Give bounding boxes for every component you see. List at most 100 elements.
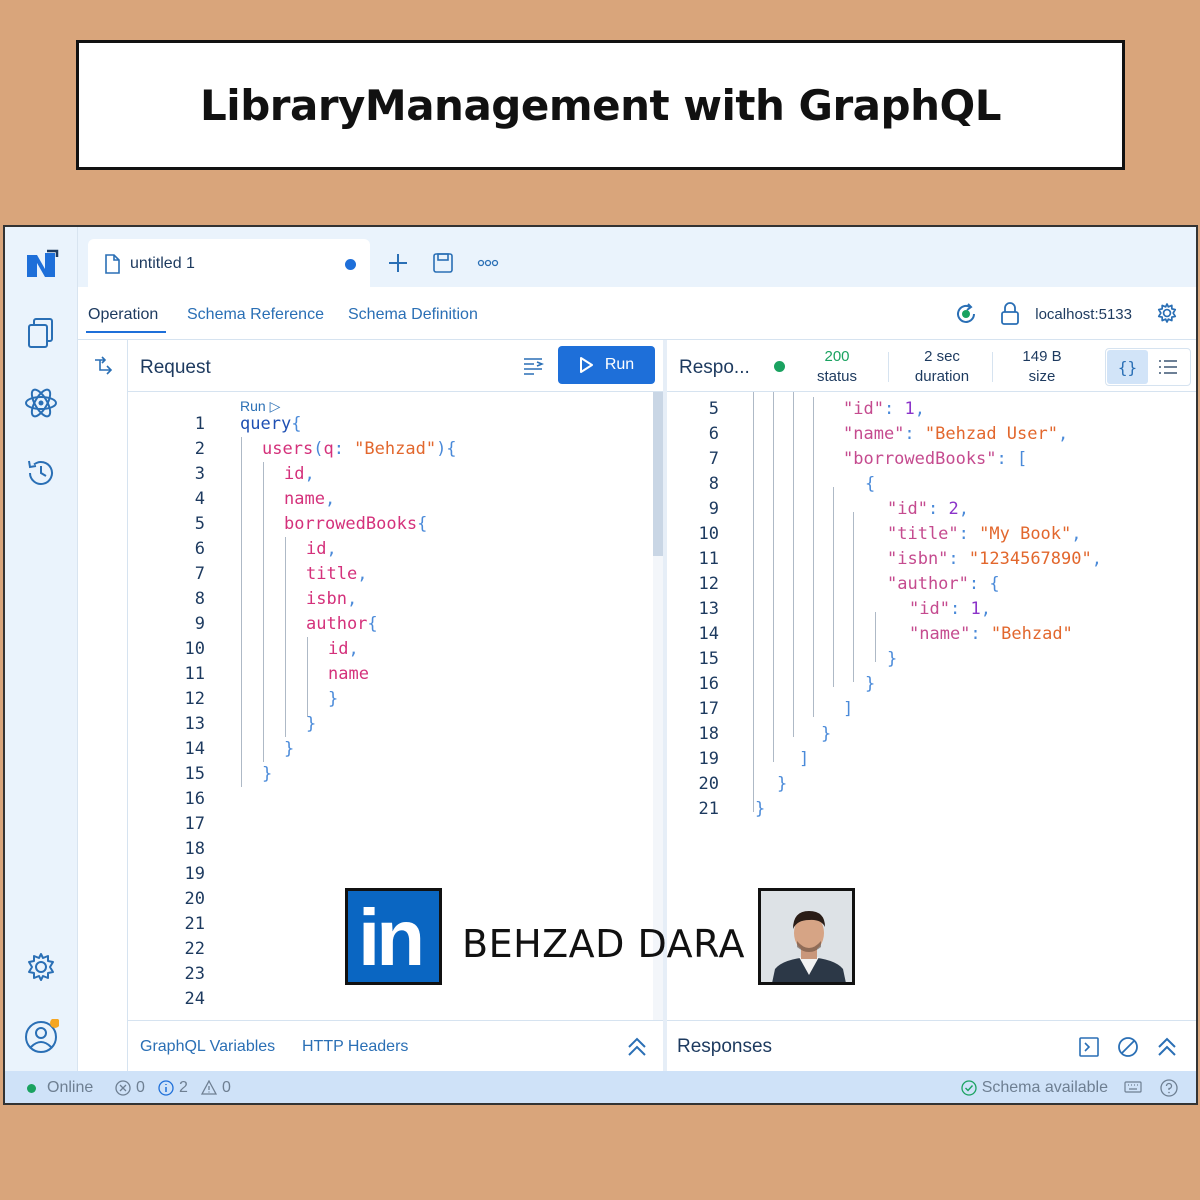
size-label: size [1028, 368, 1056, 385]
list-view-icon[interactable] [1158, 358, 1178, 381]
line-number: 23 [184, 964, 205, 984]
line-number: 15 [184, 764, 205, 784]
banner: LibraryManagement with GraphQL [76, 40, 1125, 170]
line-number: 15 [698, 649, 719, 669]
code-line: } [284, 739, 295, 759]
code-line: "author": { [887, 574, 1000, 594]
account-icon[interactable] [23, 1019, 59, 1055]
active-tab-underline [86, 331, 166, 333]
linkedin-logo-text: in [358, 893, 425, 982]
tab-untitled[interactable]: untitled 1 [88, 239, 370, 289]
tab-schema-reference[interactable]: Schema Reference [187, 306, 324, 324]
run-button[interactable]: Run [558, 346, 655, 384]
error-count[interactable]: 0 [115, 1079, 145, 1097]
connection-settings-icon[interactable] [1156, 302, 1178, 329]
prettify-icon[interactable] [522, 356, 545, 381]
refresh-schema-icon[interactable] [954, 302, 978, 331]
line-number: 11 [698, 549, 719, 569]
tab-operation[interactable]: Operation [88, 306, 158, 324]
code-line: } [777, 774, 788, 794]
http-headers-tab[interactable]: HTTP Headers [302, 1038, 408, 1056]
code-line: } [306, 714, 317, 734]
response-header: Respo... 200 status 2 sec duration 149 B… [667, 340, 1196, 392]
settings-gear-icon[interactable] [23, 949, 59, 985]
info-count[interactable]: 2 [158, 1079, 188, 1097]
indent-guide [773, 392, 774, 762]
code-line: author{ [306, 614, 378, 634]
tree-icon[interactable] [93, 356, 115, 381]
indent-guide [833, 487, 834, 687]
warning-count[interactable]: 0 [201, 1079, 231, 1097]
warning-count-value: 0 [222, 1079, 231, 1096]
code-line: "id": 2, [887, 499, 969, 519]
code-line: id, [306, 539, 337, 559]
line-number: 14 [184, 739, 205, 759]
host-url[interactable]: localhost:5133 [1035, 306, 1132, 323]
more-icon[interactable] [476, 251, 500, 275]
duration-value: 2 sec [924, 348, 960, 365]
line-number: 16 [184, 789, 205, 809]
expand-up-icon[interactable] [626, 1036, 648, 1063]
tab-schema-definition[interactable]: Schema Definition [348, 306, 478, 324]
responses-tab[interactable]: Responses [677, 1036, 772, 1058]
app-window: untitled 1 Operation Schema Reference Sc… [3, 225, 1198, 1105]
indent-guide [793, 392, 794, 737]
documents-icon[interactable] [23, 315, 59, 351]
clear-icon[interactable] [1117, 1036, 1139, 1063]
unsaved-dot-icon [345, 259, 356, 270]
author-photo [758, 888, 855, 985]
help-icon[interactable] [1160, 1079, 1178, 1097]
save-icon[interactable] [431, 251, 455, 275]
info-count-value: 2 [179, 1079, 188, 1096]
keyboard-icon[interactable] [1124, 1081, 1142, 1093]
terminal-icon[interactable] [1078, 1036, 1100, 1063]
code-line: } [821, 724, 832, 744]
code-line: "borrowedBooks": [ [843, 449, 1028, 469]
expand-up-icon[interactable] [1156, 1036, 1178, 1063]
line-number: 13 [184, 714, 205, 734]
new-tab-plus-icon[interactable] [386, 251, 410, 275]
request-header: Request Run [128, 340, 663, 392]
code-line: } [328, 689, 339, 709]
line-number: 11 [184, 664, 205, 684]
line-number: 22 [184, 939, 205, 959]
code-line: id, [328, 639, 359, 659]
code-line: } [262, 764, 273, 784]
graphql-variables-tab[interactable]: GraphQL Variables [140, 1038, 275, 1056]
line-number: 1 [194, 414, 205, 434]
line-number: 8 [194, 589, 205, 609]
code-line: name, [284, 489, 336, 509]
size-value: 149 B [1022, 348, 1062, 365]
line-number: 9 [194, 614, 205, 634]
nitro-logo-icon[interactable] [23, 247, 59, 283]
line-number: 10 [184, 639, 205, 659]
status-value: 200 [824, 348, 850, 365]
code-line: ] [843, 699, 854, 719]
code-line: "id": 1, [843, 399, 925, 419]
history-icon[interactable] [23, 455, 59, 491]
code-line: { [865, 474, 876, 494]
code-line: "title": "My Book", [887, 524, 1082, 544]
line-number: 12 [184, 689, 205, 709]
code-line: users(q: "Behzad"){ [262, 439, 457, 459]
response-viewer[interactable]: 456789101112131415161718192021 { "id": 1… [667, 392, 1196, 1020]
request-scroll-thumb[interactable] [653, 392, 663, 556]
code-line: "isbn": "1234567890", [887, 549, 1102, 569]
stat-divider [888, 352, 889, 382]
line-number: 13 [698, 599, 719, 619]
atom-icon[interactable] [23, 385, 59, 421]
status-stat: 200 status [807, 347, 867, 387]
left-rail [5, 227, 78, 1071]
line-number: 6 [194, 539, 205, 559]
line-number: 19 [698, 749, 719, 769]
line-number: 20 [184, 889, 205, 909]
online-label: Online [47, 1079, 94, 1096]
code-line: } [865, 674, 876, 694]
line-number: 16 [698, 674, 719, 694]
json-view-braces-icon[interactable]: {} [1107, 350, 1148, 384]
line-number: 3 [194, 464, 205, 484]
code-line: } [887, 649, 898, 669]
request-title: Request [140, 357, 211, 378]
line-number: 17 [184, 814, 205, 834]
line-number: 20 [698, 774, 719, 794]
